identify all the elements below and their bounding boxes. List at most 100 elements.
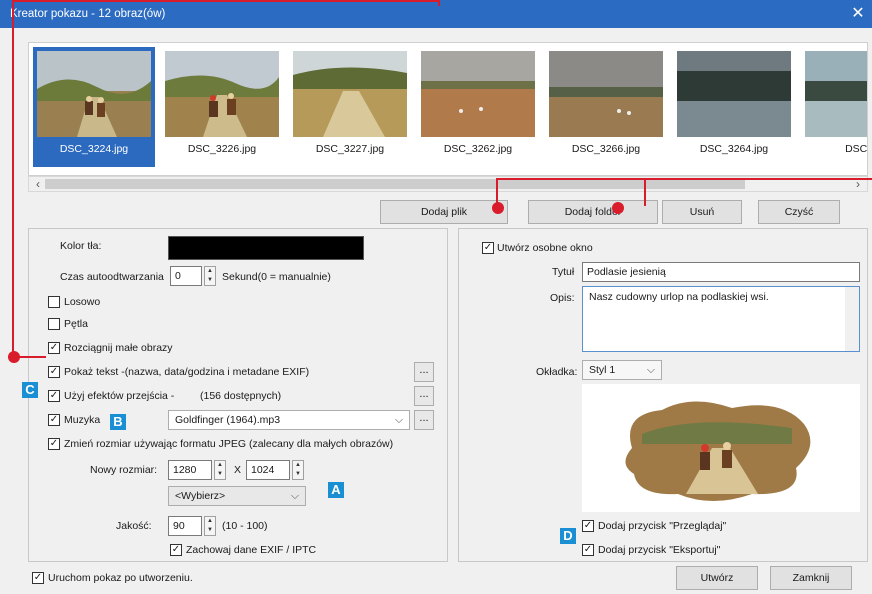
thumbnail-item[interactable]: DSC_3227.jpg (289, 47, 411, 167)
photo-thumbnail (677, 51, 791, 137)
spin-up-icon[interactable]: ▲ (205, 517, 215, 526)
width-spinner[interactable]: ▲ ▼ (214, 460, 226, 480)
spin-down-icon[interactable]: ▼ (205, 526, 215, 535)
scroll-left-icon[interactable]: ‹ (31, 177, 45, 191)
stretch-label: Rozciągnij małe obrazy (64, 342, 173, 354)
resize-checkbox[interactable]: ✓ (48, 438, 60, 450)
run-after-checkbox[interactable]: ✓ (32, 572, 44, 584)
description-textarea[interactable]: Nasz cudowny urlop na podlaskiej wsi. (582, 286, 860, 352)
size-preset-select[interactable]: <Wybierz> ⌵ (168, 486, 306, 506)
show-text-label: Pokaż tekst -(nazwa, data/godzina i meta… (64, 366, 310, 378)
thumbnail-item[interactable]: DSC_3224.jpg (33, 47, 155, 167)
title-bar: Kreator pokazu - 12 obraz(ów) ✕ (0, 0, 872, 28)
export-button-checkbox[interactable]: ✓ (582, 544, 594, 556)
transitions-checkbox[interactable]: ✓ (48, 390, 60, 402)
textarea-scrollbar[interactable] (845, 287, 859, 351)
chevron-down-icon: ⌵ (647, 364, 655, 376)
quality-range: (10 - 100) (222, 520, 268, 532)
size-separator: X (234, 464, 242, 476)
cover-label: Okładka: (536, 366, 578, 378)
loop-label: Pętla (64, 318, 88, 330)
autoplay-spinner[interactable]: ▲ ▼ (204, 266, 216, 286)
show-text-more-button[interactable]: ... (414, 362, 434, 382)
thumbnail-item[interactable]: DSC_3262.jpg (417, 47, 539, 167)
music-select[interactable]: Goldfinger (1964).mp3 ⌵ (168, 410, 410, 430)
annotation-line (12, 0, 440, 2)
photo-thumbnail (805, 51, 867, 137)
add-folder-button[interactable]: Dodaj folder (528, 200, 658, 224)
resize-label: Zmień rozmiar używając formatu JPEG (zal… (64, 438, 394, 450)
photo-thumbnail (421, 51, 535, 137)
add-file-button[interactable]: Dodaj plik (380, 200, 508, 224)
stretch-checkbox[interactable]: ✓ (48, 342, 60, 354)
autoplay-label: Czas autoodtwarzania (60, 271, 164, 283)
bg-color-label: Kolor tła: (60, 240, 102, 252)
description-label: Opis: (550, 292, 575, 304)
music-label: Muzyka (64, 414, 101, 426)
annotation-line (438, 0, 440, 6)
annotation-line (496, 178, 872, 180)
thumbnail-label: DSC_3227.jpg (315, 143, 385, 155)
spin-down-icon[interactable]: ▼ (293, 470, 303, 479)
browse-button-checkbox[interactable]: ✓ (582, 520, 594, 532)
annotation-line (16, 356, 46, 358)
photo-thumbnail (549, 51, 663, 137)
random-checkbox[interactable] (48, 296, 60, 308)
height-spinner[interactable]: ▲ ▼ (292, 460, 304, 480)
chevron-down-icon: ⌵ (291, 490, 299, 502)
music-checkbox[interactable]: ✓ (48, 414, 60, 426)
transitions-label: Użyj efektów przejścia - (64, 390, 175, 402)
loop-checkbox[interactable] (48, 318, 60, 330)
thumbnail-item[interactable]: DSC_3266.jpg (545, 47, 667, 167)
bg-color-swatch[interactable] (168, 236, 364, 260)
height-input[interactable]: 1024 (246, 460, 290, 480)
thumbnail-strip[interactable]: DSC_3224.jpg DSC_3226.jpg DSC_3227.jpg D… (28, 42, 868, 176)
chevron-down-icon: ⌵ (395, 414, 403, 426)
thumbnail-label: DSC_3226.jpg (187, 143, 257, 155)
keep-exif-checkbox[interactable]: ✓ (170, 544, 182, 556)
window-title: Kreator pokazu - 12 obraz(ów) (10, 8, 166, 20)
thumbnail-label: DSC_3264.jpg (699, 143, 769, 155)
random-label: Losowo (64, 296, 101, 308)
create-button[interactable]: Utwórz (676, 566, 758, 590)
thumbnail-item[interactable]: DSC_3226.jpg (161, 47, 283, 167)
cover-select[interactable]: Styl 1 ⌵ (582, 360, 662, 380)
spin-down-icon[interactable]: ▼ (205, 276, 215, 285)
separate-window-checkbox[interactable]: ✓ (482, 242, 494, 254)
remove-button[interactable]: Usuń (662, 200, 742, 224)
spin-up-icon[interactable]: ▲ (215, 461, 225, 470)
autoplay-input[interactable]: 0 (170, 266, 202, 286)
quality-spinner[interactable]: ▲ ▼ (204, 516, 216, 536)
cover-value: Styl 1 (589, 364, 616, 376)
title-label: Tytuł (552, 266, 575, 278)
music-file: Goldfinger (1964).mp3 (175, 414, 281, 426)
size-preset-value: <Wybierz> (175, 490, 226, 502)
annotation-badge-a: A (328, 482, 344, 498)
quality-input[interactable]: 90 (168, 516, 202, 536)
thumbnail-label: DSC_3262.jpg (443, 143, 513, 155)
clear-button[interactable]: Czyść (758, 200, 840, 224)
width-input[interactable]: 1280 (168, 460, 212, 480)
show-text-checkbox[interactable]: ✓ (48, 366, 60, 378)
spin-down-icon[interactable]: ▼ (215, 470, 225, 479)
spin-up-icon[interactable]: ▲ (293, 461, 303, 470)
thumbnail-item[interactable]: DSC_3 (801, 47, 867, 167)
spin-up-icon[interactable]: ▲ (205, 267, 215, 276)
run-after-label: Uruchom pokaz po utworzeniu. (48, 572, 193, 584)
autoplay-unit: Sekund(0 = manualnie) (222, 271, 331, 283)
photo-thumbnail (293, 51, 407, 137)
annotation-badge-b: B (110, 414, 126, 430)
music-more-button[interactable]: ... (414, 410, 434, 430)
title-input[interactable]: Podlasie jesienią (582, 262, 860, 282)
export-button-label: Dodaj przycisk "Eksportuj" (598, 544, 721, 556)
cover-preview (582, 384, 860, 512)
annotation-dot (8, 351, 20, 363)
browse-button-label: Dodaj przycisk "Przeglądaj" (598, 520, 727, 532)
thumbnail-item[interactable]: DSC_3264.jpg (673, 47, 795, 167)
close-icon[interactable]: ✕ (844, 0, 872, 28)
new-size-label: Nowy rozmiar: (90, 464, 158, 476)
description-text: Nasz cudowny urlop na podlaskiej wsi. (589, 291, 769, 303)
close-button[interactable]: Zamknij (770, 566, 852, 590)
scrollbar-thumb[interactable] (45, 179, 745, 189)
transitions-more-button[interactable]: ... (414, 386, 434, 406)
